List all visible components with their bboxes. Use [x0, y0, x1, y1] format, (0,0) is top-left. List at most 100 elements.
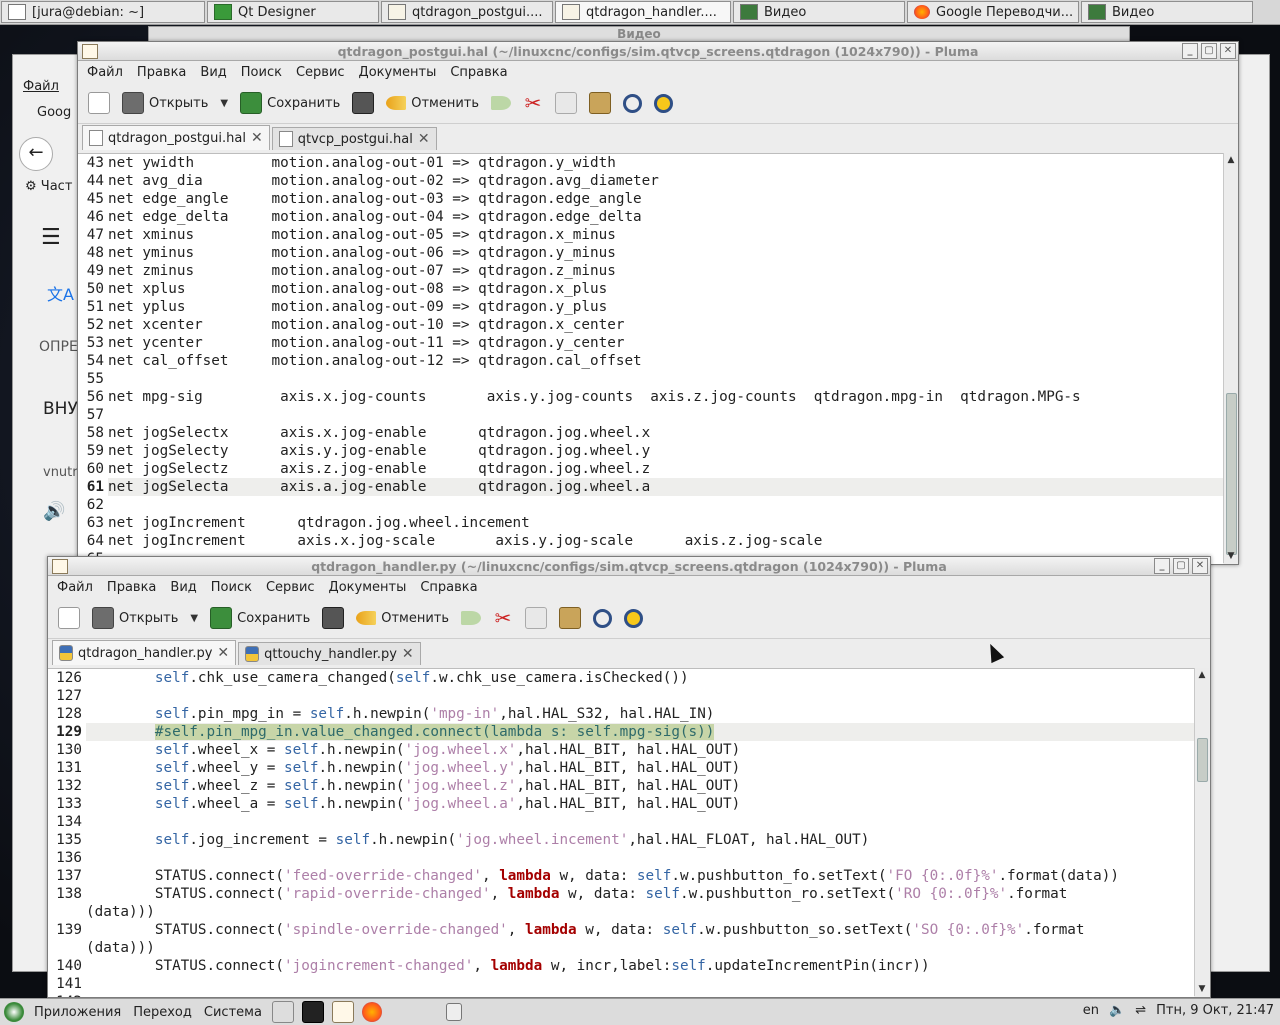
paste-button[interactable]: [585, 90, 615, 116]
menu-item-0[interactable]: Файл: [50, 580, 100, 595]
taskbar-button-0[interactable]: [jura@debian: ~]: [1, 1, 205, 23]
cut-button[interactable]: ✂: [489, 606, 517, 630]
tab-qtdragon-handler[interactable]: qtdragon_handler.py ✕: [52, 640, 237, 665]
firefox-tab[interactable]: Goog: [37, 105, 71, 120]
paste-button[interactable]: [555, 605, 585, 631]
firefox-side-text-3: ВНУ: [43, 399, 78, 419]
menu-item-1[interactable]: Правка: [100, 580, 163, 595]
menu-item-2[interactable]: Вид: [163, 580, 203, 595]
code-text: STATUS.connect('rapid-override-changed',…: [86, 885, 1194, 903]
close-button[interactable]: ✕: [1192, 558, 1208, 574]
menu-item-4[interactable]: Сервис: [289, 65, 352, 80]
code-text: net zminus motion.analog-out-07 => qtdra…: [108, 263, 616, 279]
system-menu[interactable]: Система: [198, 1005, 268, 1020]
tab-qttouchy-handler[interactable]: qttouchy_handler.py ✕: [238, 642, 421, 665]
print-button[interactable]: [318, 605, 348, 631]
places-menu[interactable]: Переход: [127, 1005, 198, 1020]
speaker-icon[interactable]: 🔊: [43, 501, 65, 522]
keyboard-layout[interactable]: en: [1083, 1003, 1099, 1018]
text-editor-launcher-icon[interactable]: [331, 1001, 354, 1023]
menu-item-5[interactable]: Документы: [352, 65, 444, 80]
text-editor[interactable]: 126 self.chk_use_camera_changed(self.w.c…: [48, 668, 1194, 997]
hamburger-icon[interactable]: ☰: [41, 225, 61, 250]
new-button[interactable]: [84, 90, 114, 116]
scroll-up-icon[interactable]: ▲: [1195, 668, 1209, 682]
scroll-up-icon[interactable]: ▲: [1224, 153, 1238, 167]
cut-button[interactable]: ✂: [519, 91, 547, 115]
code-line: 128 self.pin_mpg_in = self.h.newpin('mpg…: [48, 705, 1194, 723]
taskbar-button-5[interactable]: Google Переводчи...: [907, 1, 1079, 23]
clock[interactable]: Птн, 9 Окт, 21:47: [1156, 1003, 1274, 1018]
close-tab-icon[interactable]: ✕: [217, 645, 229, 661]
close-tab-icon[interactable]: ✕: [402, 646, 414, 662]
copy-button[interactable]: [521, 605, 551, 631]
tab-qtdragon-postgui[interactable]: qtdragon_postgui.hal ✕: [82, 125, 270, 150]
network-icon[interactable]: ⇌: [1135, 1003, 1146, 1018]
firefox-launcher-icon[interactable]: [361, 1002, 382, 1022]
open-button[interactable]: Открыть: [88, 605, 182, 631]
firefox-menu-file[interactable]: Файл: [23, 79, 59, 94]
applications-menu[interactable]: Приложения: [28, 1005, 127, 1020]
open-label: Открыть: [149, 95, 209, 111]
tab-qtvcp-postgui[interactable]: qtvcp_postgui.hal ✕: [271, 127, 437, 150]
line-number: 132: [48, 777, 86, 795]
find-button[interactable]: [589, 607, 616, 630]
menu-item-0[interactable]: Файл: [80, 65, 130, 80]
maximize-button[interactable]: ▢: [1173, 558, 1189, 574]
open-dropdown[interactable]: ▼: [216, 96, 232, 111]
menu-item-4[interactable]: Сервис: [259, 580, 322, 595]
open-button[interactable]: Открыть: [118, 90, 212, 116]
taskbar-button-1[interactable]: Qt Designer: [207, 1, 379, 23]
search-icon: [593, 608, 613, 628]
menu-item-3[interactable]: Поиск: [204, 580, 259, 595]
redo-button[interactable]: [457, 609, 485, 627]
find-button[interactable]: [619, 92, 646, 115]
show-desktop-icon[interactable]: [445, 1003, 462, 1021]
menu-item-1[interactable]: Правка: [130, 65, 193, 80]
redo-button[interactable]: [487, 94, 515, 112]
taskbar-button-6[interactable]: Видео: [1081, 1, 1253, 23]
scroll-down-icon[interactable]: ▼: [1224, 549, 1238, 563]
print-button[interactable]: [348, 90, 378, 116]
menu-item-5[interactable]: Документы: [322, 580, 414, 595]
minimize-button[interactable]: _: [1154, 558, 1170, 574]
scroll-thumb[interactable]: [1197, 738, 1208, 782]
volume-icon[interactable]: 🔈: [1109, 1003, 1125, 1018]
undo-button[interactable]: Отменить: [352, 609, 453, 628]
python-file-icon: [245, 646, 260, 662]
minimize-button[interactable]: _: [1182, 43, 1198, 59]
maximize-button[interactable]: ▢: [1201, 43, 1217, 59]
terminal-icon: [8, 4, 26, 20]
taskbar-button-4[interactable]: Видео: [733, 1, 905, 23]
back-button[interactable]: ←: [19, 137, 53, 171]
window-titlebar[interactable]: qtdragon_handler.py (~/linuxcnc/configs/…: [48, 557, 1210, 576]
close-tab-icon[interactable]: ✕: [418, 131, 430, 147]
save-button[interactable]: Сохранить: [236, 90, 344, 116]
taskbar-button-3[interactable]: qtdragon_handler....: [555, 1, 731, 23]
menu-item-6[interactable]: Справка: [413, 580, 484, 595]
line-number: 131: [48, 759, 86, 777]
window-titlebar[interactable]: qtdragon_postgui.hal (~/linuxcnc/configs…: [78, 42, 1238, 61]
text-editor[interactable]: 43 net ywidth motion.analog-out-01 => qtd…: [78, 153, 1223, 564]
menu-item-6[interactable]: Справка: [443, 65, 514, 80]
new-button[interactable]: [54, 605, 84, 631]
menu-item-2[interactable]: Вид: [193, 65, 233, 80]
save-label: Сохранить: [267, 95, 341, 111]
replace-button[interactable]: [620, 607, 647, 630]
redo-icon: [461, 611, 482, 625]
close-tab-icon[interactable]: ✕: [251, 130, 263, 146]
close-button[interactable]: ✕: [1220, 43, 1236, 59]
scroll-thumb[interactable]: [1226, 393, 1237, 555]
copy-button[interactable]: [551, 90, 581, 116]
terminal-launcher-icon[interactable]: [301, 1001, 324, 1023]
taskbar-button-2[interactable]: qtdragon_postgui....: [381, 1, 553, 23]
replace-button[interactable]: [650, 92, 677, 115]
menu-item-3[interactable]: Поиск: [234, 65, 289, 80]
linuxcnc-launcher-icon[interactable]: [271, 1001, 294, 1023]
save-button[interactable]: Сохранить: [206, 605, 314, 631]
vertical-scrollbar[interactable]: ▲ ▼: [1223, 153, 1238, 563]
open-dropdown[interactable]: ▼: [186, 611, 202, 626]
vertical-scrollbar[interactable]: ▲ ▼: [1194, 668, 1209, 996]
undo-button[interactable]: Отменить: [382, 94, 483, 113]
scroll-down-icon[interactable]: ▼: [1195, 982, 1209, 996]
